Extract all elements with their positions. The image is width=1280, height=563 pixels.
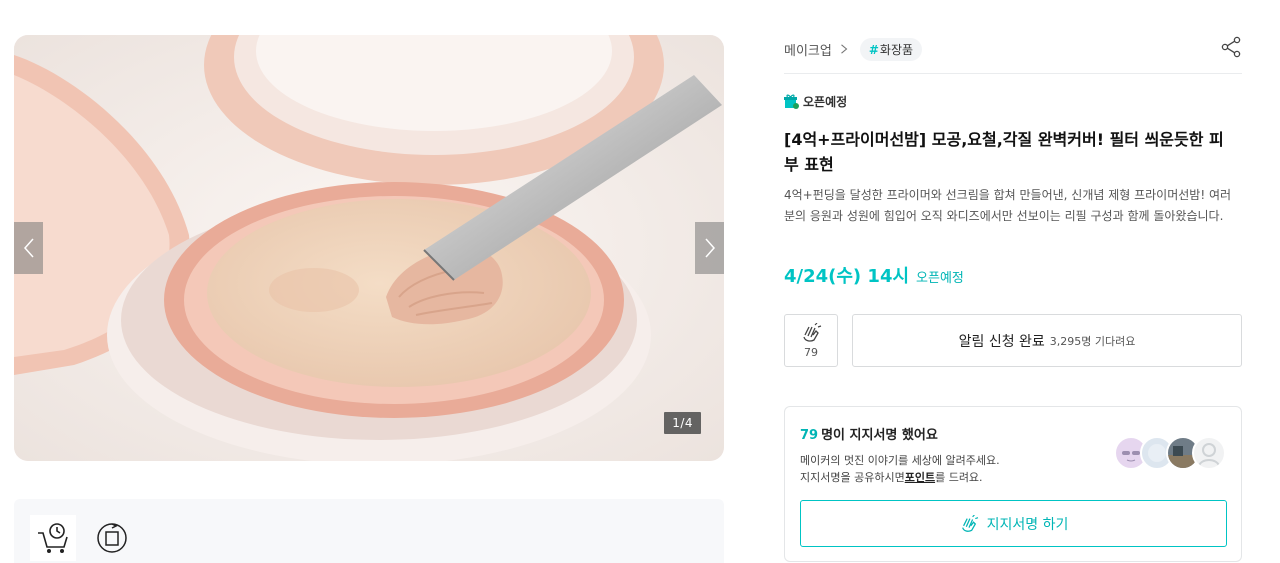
open-soon-badge: 오픈예정 xyxy=(784,93,847,110)
feature-item-delivery[interactable] xyxy=(30,515,76,561)
notify-button[interactable]: 알림 신청 완료 3,295명 기다려요 xyxy=(852,314,1242,367)
chevron-left-icon xyxy=(23,238,34,258)
gift-icon xyxy=(784,94,799,109)
share-button[interactable] xyxy=(1220,36,1242,58)
clap-icon xyxy=(803,322,822,342)
support-signature-card: 79 명이 지지서명 했어요 메이커의 멋진 이야기를 세상에 알려주세요. 지지… xyxy=(784,406,1242,562)
breadcrumb-category-link[interactable]: 메이크업 xyxy=(784,40,832,59)
product-description: 4억+펀딩을 달성한 프라이머와 선크림을 합쳐 만들어낸, 신개념 제형 프라… xyxy=(784,188,1232,223)
open-schedule: 4/24(수) 14시 오픈예정 xyxy=(784,262,964,288)
sign-support-label: 지지서명 하기 xyxy=(986,516,1069,533)
feature-item-return[interactable] xyxy=(89,515,135,561)
clap-icon xyxy=(961,514,978,532)
avatar xyxy=(1192,436,1226,470)
feature-card xyxy=(14,499,724,563)
chevron-right-icon xyxy=(840,44,848,54)
header-divider xyxy=(784,73,1242,74)
tag-label: 화장품 xyxy=(879,42,914,57)
share-icon xyxy=(1221,36,1241,58)
tag-hash: # xyxy=(868,42,879,57)
notify-label: 알림 신청 완료 xyxy=(958,333,1045,350)
notify-waiting-count: 3,295명 기다려요 xyxy=(1049,334,1136,348)
support-points-text: 포인트 xyxy=(904,471,936,484)
support-line-2-post: 를 드려요. xyxy=(935,471,983,484)
gallery-prev-button[interactable] xyxy=(14,222,43,274)
support-line-2: 지지서명을 공유하시면포인트를 드려요. xyxy=(800,469,1000,486)
badge-label: 오픈예정 xyxy=(803,95,848,109)
open-date: 4/24(수) 14시 xyxy=(784,266,910,287)
cart-clock-icon xyxy=(38,523,68,553)
support-count: 79 xyxy=(800,428,819,443)
supporter-avatars xyxy=(1114,436,1226,472)
gallery-next-button[interactable] xyxy=(695,222,724,274)
product-photo xyxy=(14,35,724,461)
product-image-gallery[interactable]: 1/4 xyxy=(14,35,724,461)
chevron-right-icon xyxy=(704,238,715,258)
support-description: 메이커의 멋진 이야기를 세상에 알려주세요. 지지서명을 공유하시면포인트를 … xyxy=(800,452,1000,486)
product-title: [4억+프라이머선밤] 모공,요철,각질 완벽커버! 필터 씌운듯한 피부 표현 xyxy=(784,130,1224,174)
product-info-panel: 메이크업 #화장품 오픈예정 [4억+프라이머선밤] 모공,요철,각질 완벽커버… xyxy=(784,0,1242,563)
clap-button[interactable]: 79 xyxy=(784,314,838,367)
sign-support-button[interactable]: 지지서명 하기 xyxy=(800,500,1227,547)
gallery-counter: 1/4 xyxy=(664,412,701,434)
open-date-label: 오픈예정 xyxy=(916,271,964,286)
breadcrumb: 메이크업 #화장품 xyxy=(784,37,923,61)
support-line-2-pre: 지지서명을 공유하시면 xyxy=(800,471,905,484)
support-heading: 79 명이 지지서명 했어요 xyxy=(800,424,938,443)
clap-count: 79 xyxy=(804,345,818,359)
category-tag[interactable]: #화장품 xyxy=(859,37,923,61)
support-heading-text: 명이 지지서명 했어요 xyxy=(821,428,938,443)
box-return-icon xyxy=(97,523,127,553)
support-line-1: 메이커의 멋진 이야기를 세상에 알려주세요. xyxy=(800,454,1000,467)
